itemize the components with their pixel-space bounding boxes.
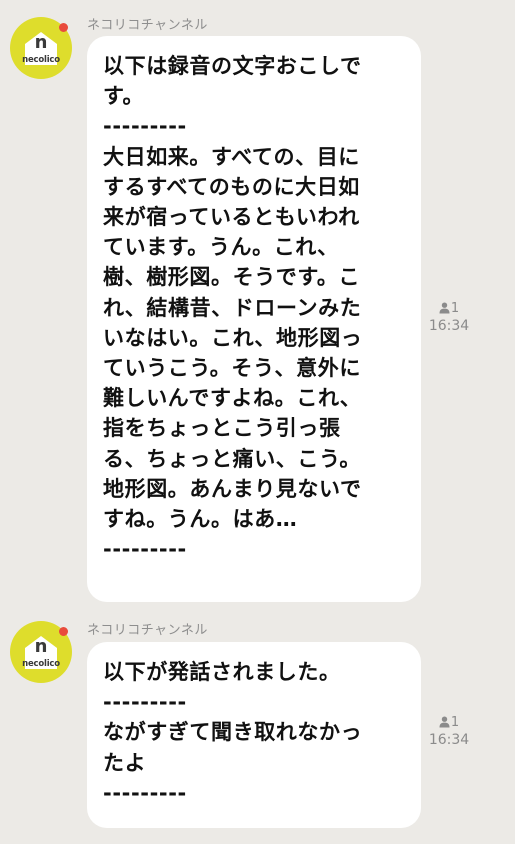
- message-line: 以下は録音の文字おこしで: [103, 54, 362, 78]
- message-line: 以下が発話されました。: [103, 660, 341, 684]
- avatar[interactable]: n necolico: [10, 621, 72, 683]
- avatar-letter: n: [34, 636, 48, 657]
- message-line: ---------: [103, 690, 187, 715]
- read-count: 1: [450, 714, 460, 730]
- message-line: 樹、樹形図。そうです。こ: [103, 265, 361, 290]
- message-line: 大日如来。すべての、目に: [103, 144, 360, 169]
- message-line: 指をちょっとこう引っ張: [103, 416, 341, 441]
- read-receipt: 1: [425, 300, 473, 316]
- message-line: ---------: [103, 780, 187, 805]
- message-line: いなはい。これ、地形図っ: [103, 325, 363, 350]
- message-line: ---------: [103, 114, 187, 139]
- message-line: ながすぎて聞き取れなかっ: [103, 720, 363, 745]
- message-line: る、ちょっと痛い、こう。: [103, 446, 361, 471]
- notification-dot: [59, 23, 68, 32]
- message-meta: 1 16:34: [425, 300, 473, 335]
- read-count: 1: [450, 300, 460, 316]
- message-line: 難しいんですよね。これ、: [103, 386, 362, 411]
- avatar-logo-text: necolico: [22, 659, 60, 669]
- avatar-logo-text: necolico: [22, 55, 60, 65]
- message-bubble[interactable]: 以下は録音の文字おこしで す。 --------- 大日如来。すべての、目に す…: [87, 36, 421, 602]
- message-line: ていうこう。そう、意外に: [103, 356, 361, 381]
- avatar-letter: n: [34, 32, 48, 53]
- message-line: 地形図。あんまり見ないで: [103, 476, 362, 501]
- message-line: す。: [103, 84, 145, 109]
- message-line: ---------: [103, 537, 187, 562]
- message-line: たよ: [103, 750, 147, 775]
- message-line: 来が宿っているともいわれ: [103, 205, 360, 230]
- message-line: すね。うん。はあ…: [103, 507, 298, 532]
- message-line: するすべてのものに大日如: [103, 174, 360, 199]
- timestamp: 16:34: [428, 318, 470, 334]
- message-bubble[interactable]: 以下が発話されました。 --------- ながすぎて聞き取れなかっ たよ --…: [87, 642, 421, 828]
- message-meta: 1 16:34: [425, 714, 473, 749]
- message-line: れ、結構昔、ドローンみた: [103, 295, 362, 320]
- sender-name: ネコリコチャンネル: [87, 623, 208, 638]
- sender-name: ネコリコチャンネル: [87, 18, 208, 33]
- message-line: ています。うん。これ、: [103, 235, 339, 260]
- read-receipt: 1: [425, 714, 473, 730]
- person-icon: [439, 716, 450, 728]
- notification-dot: [59, 627, 68, 636]
- avatar[interactable]: n necolico: [10, 17, 72, 79]
- person-icon: [439, 302, 450, 314]
- timestamp: 16:34: [428, 732, 470, 748]
